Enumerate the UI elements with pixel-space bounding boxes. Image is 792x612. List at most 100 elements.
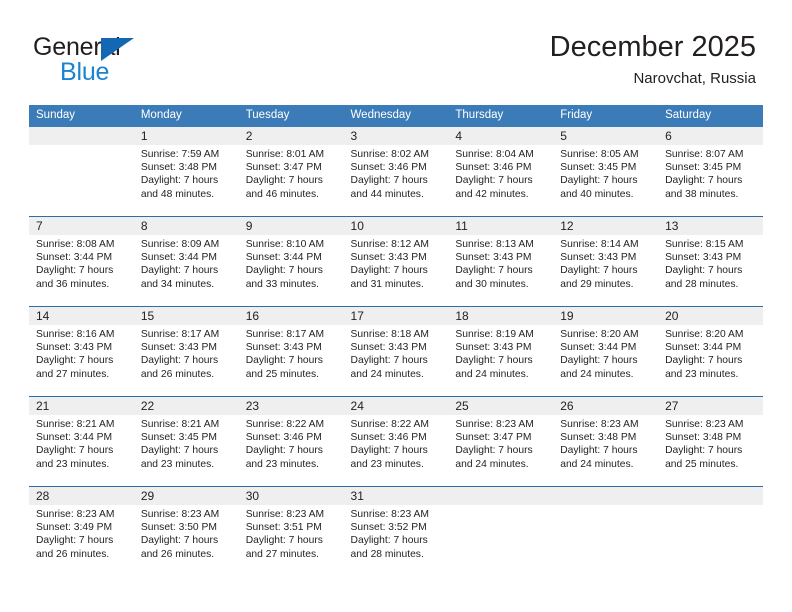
calendar-day-cell[interactable]: 10 Sunrise: 8:12 AM Sunset: 3:43 PM Dayligh… [343,216,449,307]
sunrise-time: Sunrise: 8:05 AM [560,149,639,160]
sunset-time: Sunset: 3:43 PM [665,252,742,264]
calendar-day-cell[interactable]: 29 Sunrise: 8:23 AM Sunset: 3:50 PM Dayligh… [133,486,239,576]
day-details: Sunrise: 8:04 AM Sunset: 3:46 PM Daylight:… [448,145,553,201]
calendar-day-cell[interactable]: 9 Sunrise: 8:10 AM Sunset: 3:44 PM Daylight… [238,216,344,307]
sunrise-time: Sunrise: 8:19 AM [455,329,534,340]
weekday-header-wednesday: Wednesday [343,105,449,127]
calendar-day-cell[interactable]: 4 Sunrise: 8:04 AM Sunset: 3:46 PM Daylight… [448,127,554,217]
sunset-time: Sunset: 3:46 PM [245,432,322,444]
title-block: December 2025 Narovchat, Russia [550,30,756,88]
calendar-day-cell[interactable]: 12 Sunrise: 8:14 AM Sunset: 3:43 PM Dayligh… [553,216,659,307]
daylight-duration-line1: Daylight: 7 hours [350,535,428,547]
calendar-day-cell[interactable]: 30 Sunrise: 8:23 AM Sunset: 3:51 PM Dayligh… [238,486,344,576]
day-details: Sunrise: 8:22 AM Sunset: 3:46 PM Daylight:… [344,415,449,471]
day-number [553,487,659,505]
calendar-day-cell[interactable]: 15 Sunrise: 8:17 AM Sunset: 3:43 PM Dayligh… [133,306,239,397]
general-blue-logo[interactable]: General Blue [33,33,213,89]
calendar-day-cell[interactable]: 23 Sunrise: 8:22 AM Sunset: 3:46 PM Dayligh… [238,396,344,487]
calendar-day-cell[interactable]: 27 Sunrise: 8:23 AM Sunset: 3:48 PM Dayligh… [658,396,763,487]
calendar-day-cell[interactable]: 16 Sunrise: 8:17 AM Sunset: 3:43 PM Dayligh… [238,306,344,397]
calendar-day-cell[interactable]: 6 Sunrise: 8:07 AM Sunset: 3:45 PM Daylight… [658,127,763,217]
daylight-duration-line1: Daylight: 7 hours [350,265,428,277]
calendar-day-cell[interactable]: 31 Sunrise: 8:23 AM Sunset: 3:52 PM Dayligh… [343,486,449,576]
day-number: 27 [658,397,763,415]
day-details: Sunrise: 8:14 AM Sunset: 3:43 PM Daylight:… [553,235,658,291]
daylight-duration-line2: and 24 minutes. [350,368,424,380]
calendar-day-cell[interactable]: 18 Sunrise: 8:19 AM Sunset: 3:43 PM Dayligh… [448,306,554,397]
sunset-time: Sunset: 3:44 PM [36,252,113,264]
sunrise-time: Sunrise: 8:01 AM [245,149,325,160]
calendar-day-cell[interactable]: 25 Sunrise: 8:23 AM Sunset: 3:47 PM Dayligh… [448,396,554,487]
day-details: Sunrise: 8:17 AM Sunset: 3:43 PM Daylight:… [134,325,239,381]
daylight-duration-line1: Daylight: 7 hours [455,265,533,277]
sunrise-time: Sunrise: 8:18 AM [350,329,429,340]
sunrise-time: Sunrise: 8:21 AM [36,419,115,430]
weekday-header-monday: Monday [133,105,239,127]
sunset-time: Sunset: 3:45 PM [560,162,637,174]
sunrise-time: Sunrise: 8:22 AM [245,419,325,430]
calendar-day-cell[interactable]: 28 Sunrise: 8:23 AM Sunset: 3:49 PM Dayligh… [29,486,134,576]
calendar-day-cell[interactable]: 8 Sunrise: 8:09 AM Sunset: 3:44 PM Daylight… [133,216,239,307]
daylight-duration-line2: and 31 minutes. [350,278,424,290]
daylight-duration-line2: and 25 minutes. [665,458,739,470]
sunrise-time: Sunrise: 8:23 AM [560,419,639,430]
day-details: Sunrise: 8:16 AM Sunset: 3:43 PM Daylight:… [29,325,134,381]
calendar-day-cell[interactable]: 19 Sunrise: 8:20 AM Sunset: 3:44 PM Dayligh… [553,306,659,397]
daylight-duration-line1: Daylight: 7 hours [665,265,743,277]
sunrise-time: Sunrise: 8:21 AM [140,419,220,430]
daylight-duration-line2: and 46 minutes. [245,188,319,200]
day-number: 11 [448,217,554,235]
calendar-day-cell[interactable]: 1 Sunrise: 7:59 AM Sunset: 3:48 PM Daylight… [133,127,239,217]
sunset-time: Sunset: 3:45 PM [140,432,217,444]
sunrise-time: Sunrise: 8:15 AM [665,239,744,250]
calendar-week-row: 21 Sunrise: 8:21 AM Sunset: 3:44 PM Dayligh… [29,396,763,487]
daylight-duration-line2: and 23 minutes. [36,458,110,470]
daylight-duration-line2: and 23 minutes. [665,368,739,380]
calendar-day-cell[interactable]: 13 Sunrise: 8:15 AM Sunset: 3:43 PM Dayligh… [658,216,763,307]
calendar-day-cell[interactable]: 22 Sunrise: 8:21 AM Sunset: 3:45 PM Dayligh… [133,396,239,487]
sunrise-time: Sunrise: 8:22 AM [350,419,429,430]
sunrise-time: Sunrise: 8:08 AM [36,239,115,250]
sunrise-time: Sunrise: 8:17 AM [245,329,325,340]
day-details: Sunrise: 8:07 AM Sunset: 3:45 PM Daylight:… [658,145,763,201]
daylight-duration-line1: Daylight: 7 hours [560,265,638,277]
calendar-day-cell[interactable]: 24 Sunrise: 8:22 AM Sunset: 3:46 PM Dayligh… [343,396,449,487]
sunset-time: Sunset: 3:44 PM [245,252,322,264]
day-number: 26 [553,397,659,415]
sunset-time: Sunset: 3:43 PM [455,252,532,264]
calendar-day-cell[interactable]: 17 Sunrise: 8:18 AM Sunset: 3:43 PM Dayligh… [343,306,449,397]
day-details: Sunrise: 8:12 AM Sunset: 3:43 PM Daylight:… [344,235,449,291]
daylight-duration-line2: and 24 minutes. [560,368,634,380]
sunrise-time: Sunrise: 8:10 AM [245,239,325,250]
calendar-day-cell[interactable]: 14 Sunrise: 8:16 AM Sunset: 3:43 PM Dayligh… [29,306,134,397]
day-details: Sunrise: 8:22 AM Sunset: 3:46 PM Daylight:… [239,415,344,471]
daylight-duration-line1: Daylight: 7 hours [560,175,638,187]
calendar-day-cell-empty [658,486,763,576]
calendar-day-cell[interactable]: 11 Sunrise: 8:13 AM Sunset: 3:43 PM Dayligh… [448,216,554,307]
daylight-duration-line2: and 30 minutes. [455,278,529,290]
daylight-duration-line1: Daylight: 7 hours [36,265,114,277]
calendar-day-cell[interactable]: 7 Sunrise: 8:08 AM Sunset: 3:44 PM Daylight… [29,216,134,307]
calendar-day-cell[interactable]: 5 Sunrise: 8:05 AM Sunset: 3:45 PM Daylight… [553,127,659,217]
calendar-day-cell[interactable]: 20 Sunrise: 8:20 AM Sunset: 3:44 PM Dayligh… [658,306,763,397]
day-details: Sunrise: 8:02 AM Sunset: 3:46 PM Daylight:… [344,145,449,201]
sunset-time: Sunset: 3:44 PM [665,342,742,354]
daylight-duration-line2: and 34 minutes. [140,278,215,290]
day-details: Sunrise: 8:15 AM Sunset: 3:43 PM Daylight:… [658,235,763,291]
day-number: 31 [343,487,449,505]
day-number: 18 [448,307,554,325]
day-details: Sunrise: 8:20 AM Sunset: 3:44 PM Daylight:… [553,325,658,381]
calendar-day-cell[interactable]: 26 Sunrise: 8:23 AM Sunset: 3:48 PM Dayligh… [553,396,659,487]
daylight-duration-line2: and 29 minutes. [560,278,634,290]
calendar-day-cell[interactable]: 21 Sunrise: 8:21 AM Sunset: 3:44 PM Dayligh… [29,396,134,487]
sunrise-time: Sunrise: 8:23 AM [245,509,325,520]
daylight-duration-line2: and 23 minutes. [245,458,319,470]
calendar-day-cell[interactable]: 3 Sunrise: 8:02 AM Sunset: 3:46 PM Daylight… [343,127,449,217]
calendar-week-row: 7 Sunrise: 8:08 AM Sunset: 3:44 PM Daylight… [29,216,763,307]
day-details: Sunrise: 8:05 AM Sunset: 3:45 PM Daylight:… [553,145,658,201]
daylight-duration-line1: Daylight: 7 hours [350,355,428,367]
daylight-duration-line1: Daylight: 7 hours [140,535,219,547]
calendar-day-cell[interactable]: 2 Sunrise: 8:01 AM Sunset: 3:47 PM Daylight… [238,127,344,217]
sunrise-time: Sunrise: 8:12 AM [350,239,429,250]
day-details: Sunrise: 8:09 AM Sunset: 3:44 PM Daylight:… [134,235,239,291]
